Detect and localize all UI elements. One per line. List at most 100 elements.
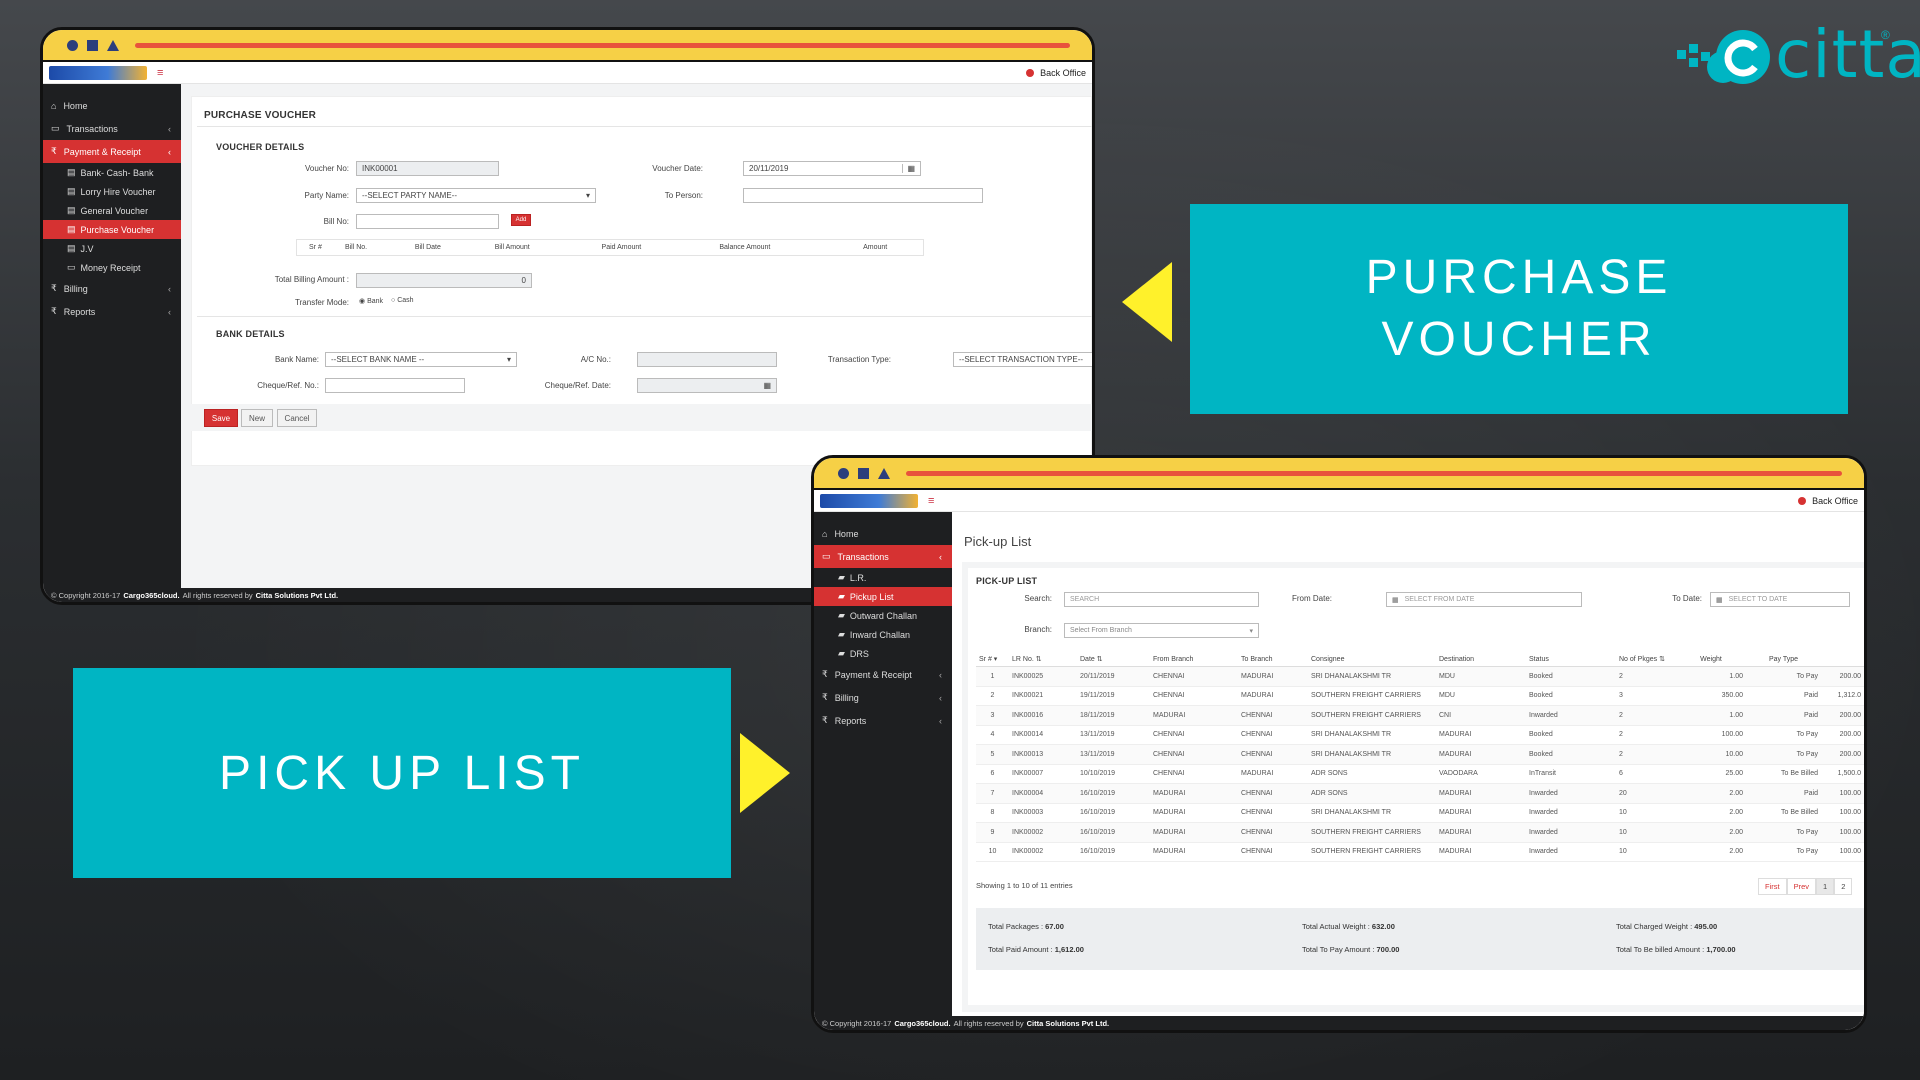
col-weight[interactable]: Weight	[1676, 652, 1746, 667]
table-row[interactable]: 4 INK00014 13/11/2019 CHENNAI CHENNAI SRI DHA…	[976, 725, 1864, 745]
table-cell: INK00016	[1009, 705, 1077, 726]
sidebar-subitem-outward-challan[interactable]: ▰ Outward Challan	[814, 606, 952, 625]
from-date-field[interactable]: ▦ SELECT FROM DATE	[1386, 592, 1582, 607]
to-person-field[interactable]	[743, 188, 983, 203]
bill-no-field[interactable]	[356, 214, 499, 229]
pager-page-1[interactable]: 1	[1816, 878, 1835, 895]
table-row[interactable]: 1 INK00025 20/11/2019 CHENNAI MADURAI SRI DHA…	[976, 666, 1864, 687]
voucher-date-field[interactable]: 20/11/2019 ▦	[743, 161, 921, 176]
sidebar-subitem-purchase-voucher[interactable]: ▤ Purchase Voucher	[43, 220, 181, 239]
calendar-icon[interactable]: ▦	[1716, 596, 1723, 604]
footer-copyright: © Copyright 2016-17	[822, 1018, 892, 1028]
col-consignee[interactable]: Consignee	[1308, 652, 1436, 667]
col-pay-type[interactable]: Pay Type	[1746, 652, 1821, 667]
table-cell: To Be Billed	[1746, 764, 1821, 784]
voucher-no-field[interactable]: INK00001	[356, 161, 499, 176]
calendar-icon[interactable]: ▦	[763, 381, 771, 390]
window-triangle-icon	[107, 39, 119, 51]
col-to-branch[interactable]: To Branch	[1238, 652, 1308, 667]
table-cell: 350.00	[1676, 686, 1746, 706]
citta-logo: citta ®	[1675, 16, 1920, 97]
transaction-type-select[interactable]: --SELECT TRANSACTION TYPE--	[953, 352, 1092, 367]
col-from-branch[interactable]: From Branch	[1150, 652, 1238, 667]
bank-name-select[interactable]: --SELECT BANK NAME -- ▾	[325, 352, 517, 367]
table-row[interactable]: 5 INK00013 13/11/2019 CHENNAI CHENNAI SRI DHA…	[976, 744, 1864, 765]
col-destination[interactable]: Destination	[1436, 652, 1526, 667]
sidebar-item-transactions[interactable]: ▭ Transactions ‹	[43, 117, 181, 140]
back-office-label: Back Office	[1040, 67, 1086, 78]
table-row[interactable]: 10 INK00002 16/10/2019 MADURAI CHENNAI SOUTHE…	[976, 842, 1864, 862]
col-date[interactable]: Date ⇅	[1077, 652, 1150, 667]
total-actual-weight: Total Actual Weight : 632.00	[1302, 922, 1395, 931]
add-bill-button[interactable]: Add	[511, 214, 531, 226]
sidebar-item-billing[interactable]: ₹ Billing ‹	[43, 277, 181, 300]
calendar-icon[interactable]: ▦	[902, 164, 915, 173]
sidebar-subitem-jv[interactable]: ▤ J.V	[43, 239, 181, 258]
table-cell: 2	[1616, 666, 1676, 687]
table-row[interactable]: 7 INK00004 16/10/2019 MADURAI CHENNAI ADR SON…	[976, 783, 1864, 804]
table-cell: Inwarded	[1526, 803, 1616, 823]
sidebar-subitem-lorry-hire[interactable]: ▤ Lorry Hire Voucher	[43, 182, 181, 201]
pager-prev[interactable]: Prev	[1786, 878, 1817, 895]
col-amount[interactable]	[1821, 652, 1864, 667]
table-cell: INK00007	[1009, 764, 1077, 784]
sidebar-item-payment-receipt[interactable]: ₹ Payment & Receipt ‹	[814, 663, 952, 686]
table-cell: 2.00	[1676, 822, 1746, 843]
sidebar-subitem-lr[interactable]: ▰ L.R.	[814, 568, 952, 587]
back-office-link[interactable]: Back Office	[1798, 496, 1858, 506]
col-status[interactable]: Status	[1526, 652, 1616, 667]
transfer-cash-radio[interactable]: ○ Cash	[391, 297, 414, 304]
table-row[interactable]: 2 INK00021 19/11/2019 CHENNAI MADURAI SOUTHER…	[976, 686, 1864, 706]
sidebar-item-billing[interactable]: ₹ Billing ‹	[814, 686, 952, 709]
party-name-select[interactable]: --SELECT PARTY NAME-- ▾	[356, 188, 596, 203]
cheque-date-field[interactable]: ▦	[637, 378, 777, 393]
cancel-button[interactable]: Cancel	[277, 409, 317, 427]
sidebar-item-payment-receipt[interactable]: ₹ Payment & Receipt ‹	[43, 140, 181, 163]
total-billing-value: 0	[521, 276, 526, 285]
table-cell: 9	[976, 822, 1009, 843]
transfer-bank-radio[interactable]: ◉ Bank	[359, 297, 383, 305]
table-row[interactable]: 9 INK00002 16/10/2019 MADURAI CHENNAI SOUTHER…	[976, 822, 1864, 843]
save-button[interactable]: Save	[204, 409, 238, 427]
search-input[interactable]: SEARCH	[1064, 592, 1259, 607]
pager-first[interactable]: First	[1758, 878, 1787, 895]
pager-page-2[interactable]: 2	[1834, 878, 1853, 895]
sidebar-item-transactions[interactable]: ▭ Transactions ‹	[814, 545, 952, 568]
sidebar-item-reports[interactable]: ₹ Reports ‹	[43, 300, 181, 323]
table-cell: INK00003	[1009, 803, 1077, 823]
table-row[interactable]: 3 INK00016 18/11/2019 MADURAI CHENNAI SOUTHER…	[976, 705, 1864, 726]
sidebar-item-home[interactable]: ⌂ Home	[814, 522, 952, 545]
branch-select[interactable]: Select From Branch ▾	[1064, 623, 1259, 638]
sidebar-subitem-inward-challan[interactable]: ▰ Inward Challan	[814, 625, 952, 644]
menu-toggle-icon[interactable]: ≡	[157, 67, 163, 79]
col-no-of-pkges[interactable]: No of Pkges ⇅	[1616, 652, 1676, 667]
truck-icon: ▰	[838, 648, 845, 658]
table-cell: CHENNAI	[1238, 744, 1308, 765]
table-row[interactable]: 8 INK00003 16/10/2019 MADURAI CHENNAI SRI DHA…	[976, 803, 1864, 823]
table-row[interactable]: 6 INK00007 10/10/2019 CHENNAI MADURAI ADR SON…	[976, 764, 1864, 784]
calendar-icon[interactable]: ▦	[1392, 596, 1399, 604]
cheque-no-field[interactable]	[325, 378, 465, 393]
table-cell: CHENNAI	[1150, 764, 1238, 784]
ac-no-field[interactable]	[637, 352, 777, 367]
back-office-link[interactable]: Back Office	[1026, 68, 1086, 78]
table-cell: MADURAI	[1436, 783, 1526, 804]
col-lr-no[interactable]: LR No. ⇅	[1009, 652, 1077, 667]
sidebar-subitem-money-receipt[interactable]: ▭ Money Receipt	[43, 258, 181, 277]
menu-toggle-icon[interactable]: ≡	[928, 495, 934, 507]
sidebar-subitem-drs[interactable]: ▰ DRS	[814, 644, 952, 663]
sidebar-item-reports[interactable]: ₹ Reports ‹	[814, 709, 952, 732]
table-cell: 10/10/2019	[1077, 764, 1150, 784]
sidebar-subitem-general-voucher[interactable]: ▤ General Voucher	[43, 201, 181, 220]
sidebar-item-home[interactable]: ⌂ Home	[43, 94, 181, 117]
branch-label: Branch:	[1024, 625, 1052, 634]
sidebar-subitem-label: Money Receipt	[80, 262, 141, 273]
table-cell: ADR SONS	[1308, 783, 1436, 804]
new-button[interactable]: New	[241, 409, 273, 427]
bank-name-label: Bank Name:	[274, 355, 319, 364]
col-sr[interactable]: Sr # ▾	[976, 652, 1009, 667]
sidebar-subitem-bank-cash[interactable]: ▤ Bank- Cash- Bank	[43, 163, 181, 182]
table-cell: 2.00	[1676, 783, 1746, 804]
sidebar-subitem-pickup-list[interactable]: ▰ Pickup List	[814, 587, 952, 606]
to-date-field[interactable]: ▦ SELECT TO DATE	[1710, 592, 1850, 607]
